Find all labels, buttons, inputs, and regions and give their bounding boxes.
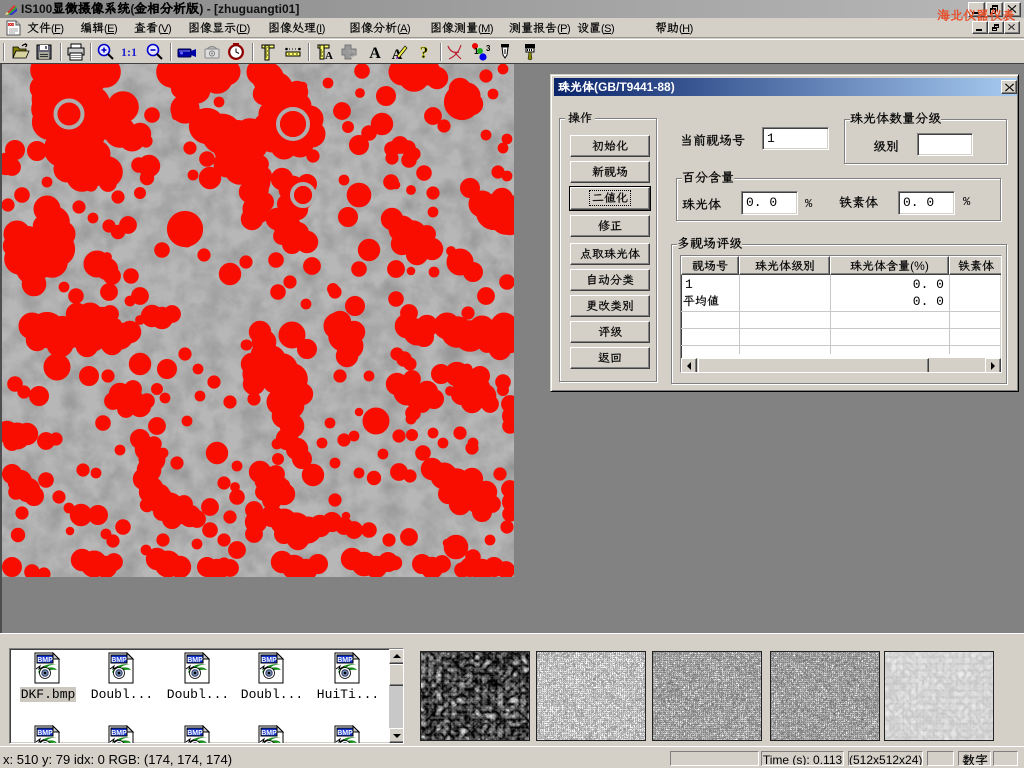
svg-text:BMP: BMP — [187, 657, 203, 664]
svg-text:3: 3 — [486, 44, 490, 53]
svg-text:BMP: BMP — [111, 730, 127, 737]
svg-text:BMP: BMP — [187, 730, 203, 737]
svg-text:A: A — [369, 45, 381, 62]
svg-text:BMP: BMP — [111, 657, 127, 664]
svg-text:BMP: BMP — [37, 657, 53, 664]
svg-text:BMP: BMP — [261, 657, 277, 664]
svg-text:?: ? — [420, 43, 429, 62]
svg-text:DOC: DOC — [9, 23, 15, 27]
svg-text:BMP: BMP — [37, 730, 53, 737]
svg-text:1:1: 1:1 — [121, 45, 137, 59]
svg-text:C: C — [266, 44, 269, 49]
svg-text:A: A — [325, 50, 333, 62]
svg-text:BMP: BMP — [337, 730, 353, 737]
svg-text:BMP: BMP — [261, 730, 277, 737]
svg-text:1: 1 — [474, 47, 479, 56]
svg-text:BMP: BMP — [337, 657, 353, 664]
